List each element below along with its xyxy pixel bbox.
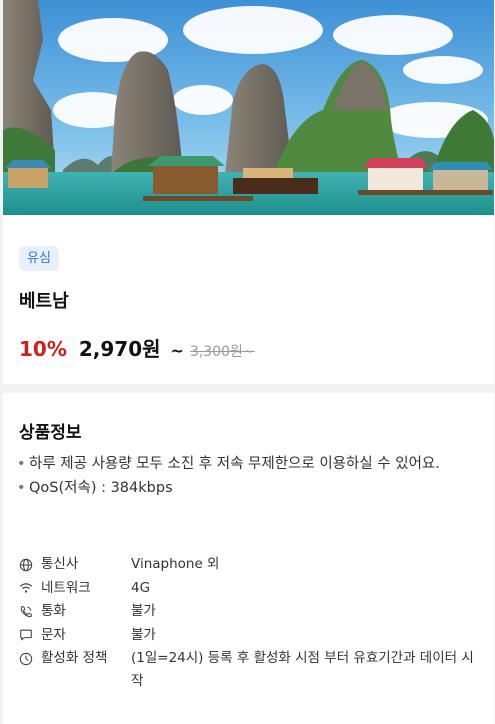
phone-icon bbox=[19, 600, 41, 623]
spec-value: 불가 bbox=[131, 603, 156, 620]
spec-row-call: 통화 불가 bbox=[19, 600, 489, 624]
spec-label: 통화 bbox=[41, 603, 66, 620]
spec-row-network: 네트워크 4G bbox=[19, 577, 489, 601]
spec-value: (1일=24시) 등록 후 활성화 시점 부터 유효기간과 데이터 시작 bbox=[131, 650, 474, 690]
original-price-tilde: ~ bbox=[242, 344, 255, 360]
message-icon bbox=[19, 624, 41, 647]
spec-label: 통신사 bbox=[41, 556, 79, 572]
discount-rate: 10% bbox=[19, 337, 67, 361]
info-section-title: 상품정보 bbox=[19, 423, 82, 443]
spec-value: Vinaphone 외 bbox=[131, 556, 220, 572]
spec-row-sms: 문자 불가 bbox=[19, 624, 489, 648]
price-row: 10% 2,970원 ~ 3,300원 ~ bbox=[19, 333, 255, 362]
product-info-card: 상품정보 하루 제공 사용량 모두 소진 후 저속 무제한으로 이용하실 수 있… bbox=[3, 393, 494, 724]
info-bullet-list: 하루 제공 사용량 모두 소진 후 저속 무제한으로 이용하실 수 있어요. Q… bbox=[17, 453, 487, 501]
wifi-icon bbox=[19, 577, 41, 600]
original-price: 3,300원 bbox=[189, 344, 243, 360]
price-range-tilde: ~ bbox=[170, 341, 184, 360]
spec-row-activation: 활성화 정책 (1일=24시) 등록 후 활성화 시점 부터 유효기간과 데이터… bbox=[19, 647, 489, 693]
spec-label: 문자 bbox=[41, 626, 66, 643]
spec-label: 네트워크 bbox=[41, 579, 91, 596]
clock-icon bbox=[19, 647, 41, 670]
info-bullet: 하루 제공 사용량 모두 소진 후 저속 무제한으로 이용하실 수 있어요. bbox=[17, 453, 487, 476]
product-type-badge: 유심 bbox=[19, 246, 59, 271]
sale-price: 2,970원 bbox=[78, 337, 161, 361]
product-summary-card: 유심 베트남 10% 2,970원 ~ 3,300원 ~ bbox=[3, 215, 494, 384]
globe-icon bbox=[19, 553, 41, 576]
spec-label: 활성화 정책 bbox=[41, 650, 108, 667]
spec-value: 불가 bbox=[131, 626, 156, 643]
spec-list: 통신사 Vinaphone 외 네트워크 4G 통화 불가 문자 불가 활성화 … bbox=[19, 553, 489, 693]
info-bullet: QoS(저속) : 384kbps bbox=[17, 477, 487, 500]
spec-value: 4G bbox=[131, 579, 151, 596]
product-title: 베트남 bbox=[19, 291, 69, 312]
spec-row-carrier: 통신사 Vinaphone 외 bbox=[19, 553, 489, 577]
product-hero-image bbox=[3, 0, 494, 215]
